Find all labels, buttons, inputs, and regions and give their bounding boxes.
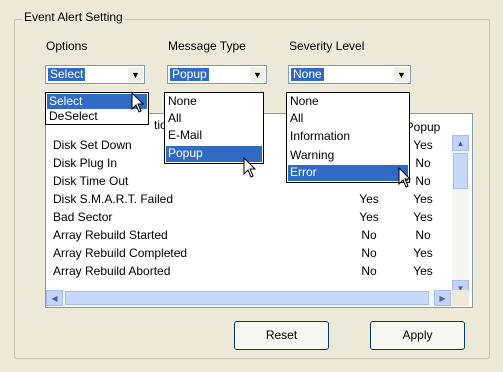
cursor-icon [398,167,412,188]
severity-item-none[interactable]: None [288,94,408,109]
severity-item-warning[interactable]: Warning [288,148,408,163]
message-type-item-none[interactable]: None [166,94,262,109]
table-row[interactable]: Disk Set Down [53,136,132,154]
apply-button[interactable]: Apply [370,321,465,350]
table-cell: No [361,228,377,242]
horizontal-scrollbar[interactable]: ◀ ▶ [46,290,452,306]
table-cell: Yes [359,210,379,224]
table-cell: Yes [413,246,433,260]
scroll-right-button[interactable]: ▶ [434,290,451,306]
table-row[interactable]: Array Rebuild Completed [53,244,187,262]
severity-combo-value: None [291,67,324,81]
options-label: Options [46,39,88,53]
chevron-down-icon[interactable]: ▼ [394,67,409,82]
severity-dropdown-list[interactable]: None All Information Warning Error [286,92,410,183]
table-cell: No [361,246,377,260]
message-type-item-email[interactable]: E-Mail [166,128,262,143]
table-row[interactable]: Disk Plug In [53,154,117,172]
options-combo[interactable]: Select ▼ [45,65,145,84]
table-row[interactable]: Disk Time Out [53,172,128,190]
chevron-down-icon[interactable]: ▼ [250,67,265,82]
message-type-combo-value: Popup [170,67,209,81]
message-type-label: Message Type [168,39,246,53]
scroll-left-button[interactable]: ◀ [46,290,63,306]
message-type-item-all[interactable]: All [166,111,262,126]
vertical-scroll-thumb[interactable] [453,153,468,189]
cursor-icon [243,157,257,178]
severity-item-information[interactable]: Information [288,129,408,144]
options-combo-value: Select [48,67,86,81]
table-row[interactable]: Disk S.M.A.R.T. Failed [53,190,173,208]
message-type-dropdown-list[interactable]: None All E-Mail Popup [164,92,264,164]
table-cell: Yes [413,192,433,206]
scroll-up-button[interactable]: ▲ [452,135,469,151]
table-row[interactable]: Array Rebuild Aborted [53,262,170,280]
severity-item-error[interactable]: Error [288,165,408,181]
scroll-corner [452,290,469,306]
reset-button[interactable]: Reset [234,321,329,350]
group-title: Event Alert Setting [22,10,125,24]
horizontal-scroll-thumb[interactable] [65,291,429,305]
severity-combo[interactable]: None ▼ [288,65,411,84]
chevron-down-icon[interactable]: ▼ [128,67,143,82]
cursor-icon [131,92,145,113]
table-cell: Yes [359,192,379,206]
table-row[interactable]: Array Rebuild Started [53,226,168,244]
vertical-scrollbar[interactable]: ▲ ▼ [452,135,469,296]
message-type-combo[interactable]: Popup ▼ [167,65,267,84]
table-cell: Yes [413,264,433,278]
severity-item-all[interactable]: All [288,111,408,126]
table-cell: No [415,228,431,242]
table-cell: Yes [413,210,433,224]
severity-level-label: Severity Level [289,39,365,53]
table-cell: No [361,264,377,278]
table-row[interactable]: Bad Sector [53,208,112,226]
